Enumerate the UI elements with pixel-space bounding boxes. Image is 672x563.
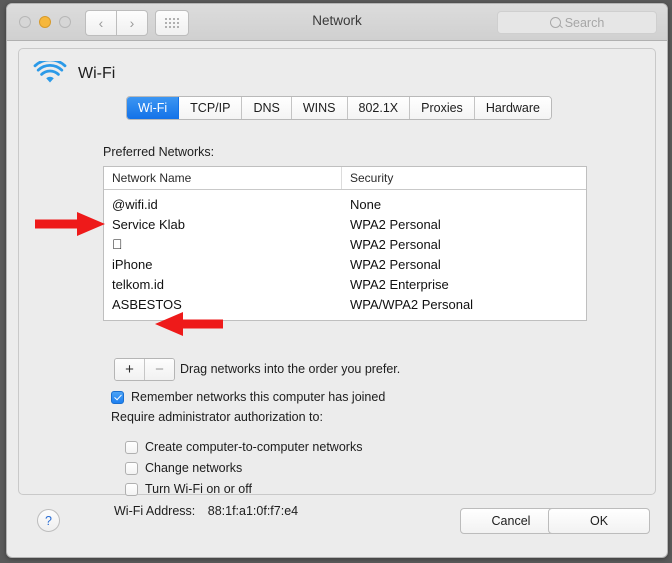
preferred-networks-label: Preferred Networks: bbox=[103, 145, 214, 159]
annotation-arrow-left bbox=[155, 310, 225, 338]
wifi-address-value: 88:1f:a1:0f:f7:e4 bbox=[208, 504, 298, 518]
drag-hint-text: Drag networks into the order you prefer. bbox=[180, 362, 400, 376]
change-networks-checkbox[interactable]: Change networks bbox=[125, 461, 242, 475]
cancel-button[interactable]: Cancel bbox=[460, 508, 562, 534]
help-button[interactable]: ? bbox=[37, 509, 60, 532]
wifi-icon bbox=[33, 61, 67, 87]
search-icon bbox=[550, 17, 561, 28]
cell-network-name: iPhone bbox=[104, 257, 342, 272]
checkbox-icon bbox=[111, 391, 124, 404]
require-authorization-label: Require administrator authorization to: bbox=[111, 410, 323, 424]
tab-dns[interactable]: DNS bbox=[242, 97, 291, 119]
table-body: @wifi.id None Service Klab WPA2 Personal… bbox=[104, 190, 586, 320]
cell-security: WPA2 Personal bbox=[342, 217, 586, 232]
content-panel: Wi-Fi Wi-Fi TCP/IP DNS WINS 802.1X Proxi… bbox=[18, 48, 656, 495]
tab-wins[interactable]: WINS bbox=[292, 97, 348, 119]
annotation-arrow-right bbox=[35, 210, 107, 238]
table-row[interactable]: Service Klab WPA2 Personal bbox=[104, 214, 586, 234]
tab-hardware[interactable]: Hardware bbox=[475, 97, 551, 119]
cell-network-name: Service Klab bbox=[104, 217, 342, 232]
column-header-security[interactable]: Security bbox=[342, 167, 586, 189]
list-controls: + − bbox=[114, 358, 175, 381]
cell-security: None bbox=[342, 197, 586, 212]
settings-tabbar: Wi-Fi TCP/IP DNS WINS 802.1X Proxies Har… bbox=[126, 96, 552, 120]
table-header-row: Network Name Security bbox=[104, 167, 586, 190]
remember-networks-checkbox[interactable]: Remember networks this computer has join… bbox=[111, 390, 385, 404]
service-name: Wi-Fi bbox=[78, 65, 115, 83]
table-row[interactable]: @wifi.id None bbox=[104, 194, 586, 214]
wifi-address-label: Wi-Fi Address: bbox=[114, 504, 195, 518]
cell-network-name: @wifi.id bbox=[104, 197, 342, 212]
checkbox-icon bbox=[125, 462, 138, 475]
tab-proxies[interactable]: Proxies bbox=[410, 97, 475, 119]
remove-network-button[interactable]: − bbox=[144, 359, 174, 380]
table-row[interactable]: telkom.id WPA2 Enterprise bbox=[104, 274, 586, 294]
search-placeholder: Search bbox=[565, 16, 605, 30]
add-network-button[interactable]: + bbox=[115, 359, 144, 380]
column-header-network-name[interactable]: Network Name bbox=[104, 167, 342, 189]
turn-wifi-on-off-label: Turn Wi-Fi on or off bbox=[145, 482, 252, 496]
cell-network-name: telkom.id bbox=[104, 277, 342, 292]
create-computer-networks-checkbox[interactable]: Create computer-to-computer networks bbox=[125, 440, 362, 454]
cell-security: WPA2 Enterprise bbox=[342, 277, 586, 292]
cell-security: WPA/WPA2 Personal bbox=[342, 297, 586, 312]
table-row[interactable]: iPhone WPA2 Personal bbox=[104, 254, 586, 274]
network-preferences-window: ‹ › Network Search Wi-Fi Wi-Fi bbox=[6, 3, 668, 558]
cell-network-name:  bbox=[104, 236, 342, 252]
service-header: Wi-Fi bbox=[33, 61, 115, 87]
turn-wifi-on-off-checkbox[interactable]: Turn Wi-Fi on or off bbox=[125, 482, 252, 496]
tab-8021x[interactable]: 802.1X bbox=[348, 97, 411, 119]
cell-security: WPA2 Personal bbox=[342, 257, 586, 272]
ok-button[interactable]: OK bbox=[548, 508, 650, 534]
table-row[interactable]:  WPA2 Personal bbox=[104, 234, 586, 254]
preferred-networks-table: Network Name Security @wifi.id None Serv… bbox=[103, 166, 587, 321]
window-titlebar: ‹ › Network Search bbox=[7, 4, 667, 41]
create-computer-networks-label: Create computer-to-computer networks bbox=[145, 440, 362, 454]
search-input[interactable]: Search bbox=[497, 11, 657, 34]
remember-networks-label: Remember networks this computer has join… bbox=[131, 390, 385, 404]
tab-wifi[interactable]: Wi-Fi bbox=[127, 97, 179, 119]
wifi-address-row: Wi-Fi Address: 88:1f:a1:0f:f7:e4 bbox=[114, 504, 298, 518]
change-networks-label: Change networks bbox=[145, 461, 242, 475]
checkbox-icon bbox=[125, 483, 138, 496]
tab-tcpip[interactable]: TCP/IP bbox=[179, 97, 242, 119]
cell-security: WPA2 Personal bbox=[342, 237, 586, 252]
checkbox-icon bbox=[125, 441, 138, 454]
